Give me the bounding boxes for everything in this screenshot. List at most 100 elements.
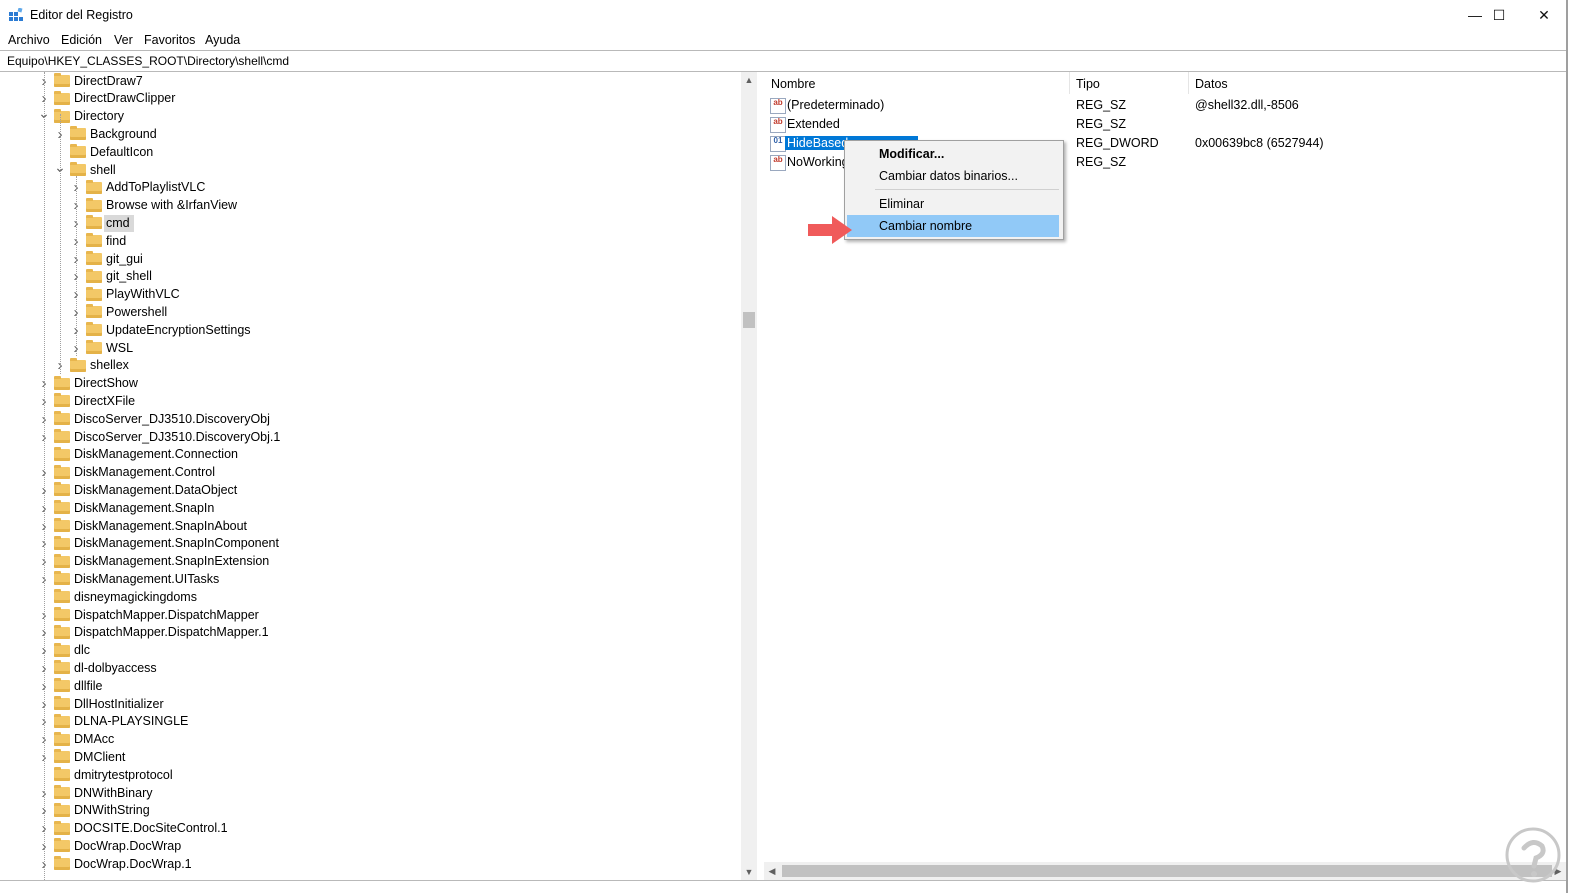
- folder-icon: [86, 179, 102, 194]
- menu-favoritos[interactable]: Favoritos: [144, 33, 195, 47]
- tree-node[interactable]: › DispatchMapper.DispatchMapper.1: [38, 624, 273, 642]
- scrollbar-thumb[interactable]: [743, 312, 755, 328]
- tree-node[interactable]: › DNWithBinary: [38, 784, 157, 802]
- tree-node[interactable]: › DLNA-PLAYSINGLE: [38, 713, 192, 731]
- tree-node[interactable]: › DirectDrawClipper: [38, 90, 179, 108]
- tree-node-label: DllHostInitializer: [74, 696, 164, 711]
- tree-node[interactable]: disneymagickingdoms: [38, 588, 201, 606]
- folder-icon: [86, 215, 102, 230]
- registry-editor-icon: [9, 8, 23, 21]
- menu-item-modificar[interactable]: Modificar...: [847, 143, 1059, 165]
- folder-icon: [54, 696, 70, 710]
- menu-item-cambiar-nombre[interactable]: Cambiar nombre: [847, 215, 1059, 237]
- tree-node[interactable]: › DNWithString: [38, 802, 154, 820]
- scroll-left-icon[interactable]: ◀: [764, 863, 780, 879]
- tree-node[interactable]: › DMClient: [38, 748, 129, 766]
- tree-node[interactable]: dmitrytestprotocol: [38, 766, 177, 784]
- column-header-type[interactable]: Tipo: [1076, 77, 1100, 91]
- tree-node[interactable]: › DiscoServer_DJ3510.DiscoveryObj.1: [38, 428, 284, 446]
- value-row[interactable]: ab Extended REG_SZ: [764, 115, 1554, 134]
- tree-node[interactable]: › Powershell: [70, 303, 171, 321]
- tree-node-label: DispatchMapper.DispatchMapper.1: [74, 625, 269, 640]
- menu-ver[interactable]: Ver: [114, 33, 133, 47]
- tree-node[interactable]: › git_shell: [70, 268, 156, 286]
- tree-node[interactable]: › Browse with &IrfanView: [70, 197, 241, 215]
- pane-splitter[interactable]: [757, 72, 764, 880]
- scroll-down-icon[interactable]: ▼: [741, 864, 757, 880]
- tree-node-label: git_shell: [106, 269, 152, 284]
- tree-node[interactable]: › DllHostInitializer: [38, 695, 168, 713]
- value-type: REG_SZ: [1076, 117, 1127, 131]
- tree-node[interactable]: › DirectShow: [38, 375, 142, 393]
- tree-node[interactable]: › DiskManagement.UITasks: [38, 570, 223, 588]
- scrollbar-thumb[interactable]: [782, 865, 1552, 877]
- tree-node[interactable]: › dlc: [38, 642, 94, 660]
- menu-ayuda[interactable]: Ayuda: [205, 33, 240, 47]
- tree-node[interactable]: › DiskManagement.SnapIn: [38, 499, 218, 517]
- tree-node[interactable]: ⌄ Directory: [38, 105, 128, 126]
- tree-node-label: Directory: [74, 109, 125, 124]
- tree-node[interactable]: › dllfile: [38, 677, 107, 695]
- tree-node[interactable]: › DiskManagement.SnapInAbout: [38, 517, 251, 535]
- tree-node[interactable]: › DiskManagement.Control: [38, 464, 219, 482]
- column-divider[interactable]: [1069, 72, 1070, 94]
- tree-node[interactable]: › AddToPlaylistVLC: [70, 179, 209, 197]
- string-value-icon: ab: [770, 98, 786, 114]
- close-button[interactable]: ✕: [1521, 0, 1567, 30]
- list-hscrollbar[interactable]: ◀ ▶: [764, 862, 1566, 880]
- tree-node-label: DiskManagement.Control: [74, 465, 216, 480]
- folder-icon: [86, 251, 102, 265]
- column-divider[interactable]: [1188, 72, 1189, 94]
- address-bar[interactable]: Equipo\HKEY_CLASSES_ROOT\Directory\shell…: [0, 50, 1568, 72]
- tree-node[interactable]: › WSL: [70, 339, 137, 357]
- tree-node[interactable]: › DOCSITE.DocSiteControl.1: [38, 820, 232, 838]
- folder-icon: [54, 838, 70, 853]
- tree-node[interactable]: › DispatchMapper.DispatchMapper: [38, 606, 263, 624]
- scroll-up-icon[interactable]: ▲: [741, 72, 757, 88]
- folder-icon: [54, 518, 70, 532]
- menu-archivo[interactable]: Archivo: [8, 33, 50, 47]
- string-value-icon: ab: [770, 155, 786, 171]
- tree-node[interactable]: ⌄ shell: [54, 159, 120, 179]
- tree-scrollbar[interactable]: ▲ ▼: [741, 72, 757, 880]
- window-bottom-border: [0, 880, 1566, 881]
- tree-node[interactable]: › find: [70, 232, 130, 250]
- tree-node[interactable]: › UpdateEncryptionSettings: [70, 321, 255, 339]
- tree-node[interactable]: › DirectXFile: [38, 392, 139, 410]
- tree-node[interactable]: › DiskManagement.SnapInExtension: [38, 553, 273, 571]
- tree-node[interactable]: › DocWrap.DocWrap: [38, 837, 185, 855]
- tree-node-label: DiscoServer_DJ3510.DiscoveryObj: [74, 411, 270, 426]
- column-header-name[interactable]: Nombre: [771, 77, 815, 91]
- tree-node[interactable]: › DiskManagement.DataObject: [38, 481, 241, 499]
- folder-icon: [54, 589, 70, 604]
- folder-icon: [86, 340, 102, 354]
- tree-node[interactable]: › DiskManagement.SnapInComponent: [38, 535, 283, 553]
- tree-node[interactable]: › cmd: [70, 214, 134, 232]
- folder-icon: [54, 820, 70, 835]
- tree-node[interactable]: › DiscoServer_DJ3510.DiscoveryObj: [38, 410, 274, 428]
- tree-node-label: DiskManagement.SnapIn: [74, 500, 215, 515]
- menu-item-cambiar-datos-binarios[interactable]: Cambiar datos binarios...: [847, 165, 1059, 187]
- tree-node[interactable]: › DirectDraw7: [38, 72, 147, 90]
- tree-node-label: DiskManagement.UITasks: [74, 571, 220, 586]
- folder-icon: [54, 429, 70, 443]
- tree-node-label: DNWithBinary: [74, 785, 153, 800]
- maximize-button[interactable]: ☐: [1476, 0, 1522, 30]
- tree-node[interactable]: › git_gui: [70, 250, 147, 268]
- tree-node[interactable]: › PlayWithVLC: [70, 286, 184, 304]
- value-row[interactable]: ab (Predeterminado) REG_SZ @shell32.dll,-85…: [764, 96, 1554, 115]
- tree-node[interactable]: DefaultIcon: [54, 143, 157, 161]
- tree-node[interactable]: DiskManagement.Connection: [38, 446, 242, 464]
- tree-node-label: DOCSITE.DocSiteControl.1: [74, 821, 228, 836]
- menu-edicion[interactable]: Edición: [61, 33, 102, 47]
- column-header-data[interactable]: Datos: [1195, 77, 1228, 91]
- menu-item-eliminar[interactable]: Eliminar: [847, 193, 1059, 215]
- tree-node[interactable]: › shellex: [54, 357, 133, 375]
- tree-node[interactable]: › DocWrap.DocWrap.1: [38, 855, 196, 873]
- tree-node[interactable]: › dl-dolbyaccess: [38, 659, 161, 677]
- address-path[interactable]: Equipo\HKEY_CLASSES_ROOT\Directory\shell…: [7, 54, 289, 68]
- folder-icon: [54, 90, 70, 105]
- tree-node[interactable]: › DMAcc: [38, 731, 118, 749]
- folder-icon: [86, 322, 102, 337]
- tree-node[interactable]: › Background: [54, 125, 161, 143]
